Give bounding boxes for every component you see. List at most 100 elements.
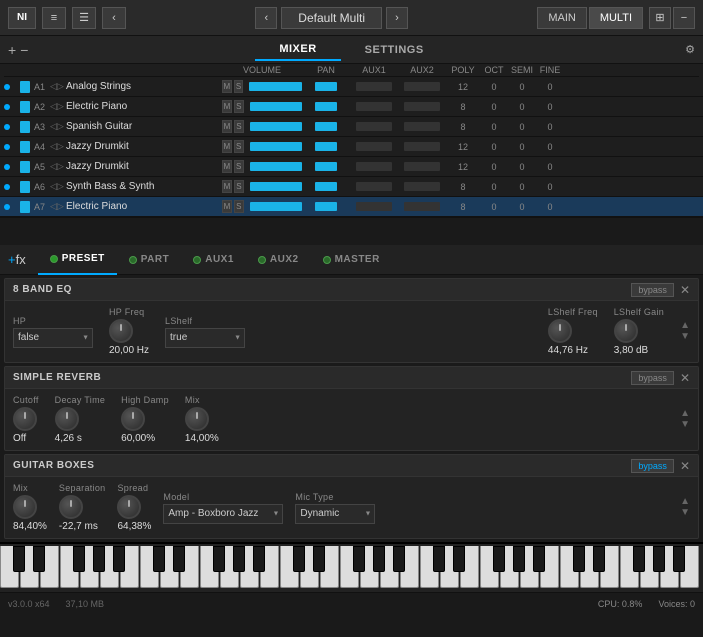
guitar-bypass-button[interactable]: bypass bbox=[631, 459, 674, 473]
black-key[interactable] bbox=[353, 546, 365, 572]
channel-row[interactable]: A2 ◁▷ Electric Piano M S 8 0 0 0 bbox=[0, 97, 703, 117]
guitar-model-select[interactable]: Amp - Boxboro Jazz bbox=[163, 504, 283, 524]
reverb-decay-knob[interactable] bbox=[55, 407, 79, 431]
minus-icon[interactable]: − bbox=[673, 7, 695, 29]
eq-hpfreq-knob[interactable] bbox=[109, 319, 133, 343]
main-button[interactable]: MAIN bbox=[537, 7, 587, 29]
reverb-highdamp-knob[interactable] bbox=[121, 407, 145, 431]
s-button[interactable]: S bbox=[234, 160, 244, 173]
channel-row[interactable]: A7 ◁▷ Electric Piano M S 8 0 0 0 bbox=[0, 197, 703, 217]
fx-label: +fx bbox=[8, 252, 26, 267]
channel-id: A5 bbox=[34, 162, 50, 172]
black-key[interactable] bbox=[213, 546, 225, 572]
menu-button[interactable]: ☰ bbox=[72, 7, 96, 29]
preset-next-button[interactable]: › bbox=[386, 7, 408, 29]
add-button[interactable]: + bbox=[8, 43, 16, 57]
tab-mixer[interactable]: MIXER bbox=[255, 39, 340, 61]
black-key[interactable] bbox=[433, 546, 445, 572]
black-key[interactable] bbox=[533, 546, 545, 572]
fx-tab-preset[interactable]: PRESET bbox=[38, 245, 117, 275]
guitar-mictype-select[interactable]: Dynamic bbox=[295, 504, 375, 524]
black-key[interactable] bbox=[233, 546, 245, 572]
black-key[interactable] bbox=[673, 546, 685, 572]
fx-tab-aux1[interactable]: AUX1 bbox=[181, 245, 246, 275]
reverb-mix-knob[interactable] bbox=[185, 407, 209, 431]
black-key[interactable] bbox=[293, 546, 305, 572]
browse-button[interactable]: ≡ bbox=[42, 7, 66, 29]
black-key[interactable] bbox=[33, 546, 45, 572]
m-button[interactable]: M bbox=[222, 100, 232, 113]
fx-tab-aux2[interactable]: AUX2 bbox=[246, 245, 311, 275]
channel-row[interactable]: A3 ◁▷ Spanish Guitar M S 8 0 0 0 bbox=[0, 117, 703, 137]
m-button[interactable]: M bbox=[222, 180, 232, 193]
eq-nav-down[interactable]: ▼ bbox=[680, 332, 690, 342]
s-button[interactable]: S bbox=[234, 80, 244, 93]
eq-hp-select[interactable]: false true bbox=[13, 328, 93, 348]
black-key[interactable] bbox=[173, 546, 185, 572]
guitar-spread-knob[interactable] bbox=[117, 495, 141, 519]
preset-prev-button[interactable]: ‹ bbox=[255, 7, 277, 29]
s-button[interactable]: S bbox=[234, 200, 244, 213]
black-key[interactable] bbox=[653, 546, 665, 572]
fx-tab-master[interactable]: MASTER bbox=[311, 245, 392, 275]
back-button[interactable]: ‹ bbox=[102, 7, 126, 29]
fx-tab-part[interactable]: PART bbox=[117, 245, 181, 275]
channel-arrows: ◁▷ bbox=[50, 121, 66, 132]
black-key[interactable] bbox=[313, 546, 325, 572]
black-key[interactable] bbox=[13, 546, 25, 572]
reverb-cutoff-knob[interactable] bbox=[13, 407, 37, 431]
black-key[interactable] bbox=[73, 546, 85, 572]
eq-close-button[interactable]: ✕ bbox=[680, 283, 690, 297]
black-key[interactable] bbox=[593, 546, 605, 572]
guitar-separation-knob[interactable] bbox=[59, 495, 83, 519]
guitar-nav-down[interactable]: ▼ bbox=[680, 508, 690, 518]
black-key[interactable] bbox=[253, 546, 265, 572]
piano-keys[interactable] bbox=[0, 546, 703, 590]
m-button[interactable]: M bbox=[222, 140, 232, 153]
s-button[interactable]: S bbox=[234, 180, 244, 193]
black-key[interactable] bbox=[493, 546, 505, 572]
black-key[interactable] bbox=[573, 546, 585, 572]
settings-icon[interactable]: ⚙ bbox=[685, 43, 695, 56]
reverb-nav-up[interactable]: ▲ bbox=[680, 409, 690, 419]
m-button[interactable]: M bbox=[222, 120, 232, 133]
channel-pan bbox=[302, 162, 350, 171]
m-button[interactable]: M bbox=[222, 80, 232, 93]
channel-row[interactable]: A6 ◁▷ Synth Bass & Synth M S 8 0 0 0 bbox=[0, 177, 703, 197]
black-key[interactable] bbox=[113, 546, 125, 572]
reverb-nav-down[interactable]: ▼ bbox=[680, 420, 690, 430]
guitar-nav-arrows: ▲ ▼ bbox=[680, 497, 690, 518]
tab-settings[interactable]: SETTINGS bbox=[341, 40, 448, 60]
channel-row[interactable]: A4 ◁▷ Jazzy Drumkit M S 12 0 0 0 bbox=[0, 137, 703, 157]
eq-lshelfgain-knob[interactable] bbox=[614, 319, 638, 343]
black-key[interactable] bbox=[153, 546, 165, 572]
eq-bypass-button[interactable]: bypass bbox=[631, 283, 674, 297]
m-button[interactable]: M bbox=[222, 200, 232, 213]
s-button[interactable]: S bbox=[234, 140, 244, 153]
channel-id: A1 bbox=[34, 82, 50, 92]
eq-nav-up[interactable]: ▲ bbox=[680, 321, 690, 331]
black-key[interactable] bbox=[393, 546, 405, 572]
channel-row[interactable]: A1 ◁▷ Analog Strings M S 12 0 0 0 bbox=[0, 77, 703, 97]
m-button[interactable]: M bbox=[222, 160, 232, 173]
guitar-mix-knob[interactable] bbox=[13, 495, 37, 519]
black-key[interactable] bbox=[373, 546, 385, 572]
eq-lshelf-select[interactable]: true false bbox=[165, 328, 245, 348]
s-button[interactable]: S bbox=[234, 120, 244, 133]
black-key[interactable] bbox=[93, 546, 105, 572]
keyboard-icon[interactable]: ⊞ bbox=[649, 7, 671, 29]
channel-semi: 0 bbox=[508, 142, 536, 152]
reverb-close-button[interactable]: ✕ bbox=[680, 371, 690, 385]
black-key[interactable] bbox=[633, 546, 645, 572]
guitar-mix-value: 84,40% bbox=[13, 521, 47, 532]
remove-button[interactable]: − bbox=[20, 43, 28, 57]
channel-row[interactable]: A5 ◁▷ Jazzy Drumkit M S 12 0 0 0 bbox=[0, 157, 703, 177]
guitar-nav-up[interactable]: ▲ bbox=[680, 497, 690, 507]
guitar-close-button[interactable]: ✕ bbox=[680, 459, 690, 473]
multi-button[interactable]: MULTI bbox=[589, 7, 643, 29]
black-key[interactable] bbox=[453, 546, 465, 572]
eq-lshelffreq-knob[interactable] bbox=[548, 319, 572, 343]
s-button[interactable]: S bbox=[234, 100, 244, 113]
reverb-bypass-button[interactable]: bypass bbox=[631, 371, 674, 385]
black-key[interactable] bbox=[513, 546, 525, 572]
